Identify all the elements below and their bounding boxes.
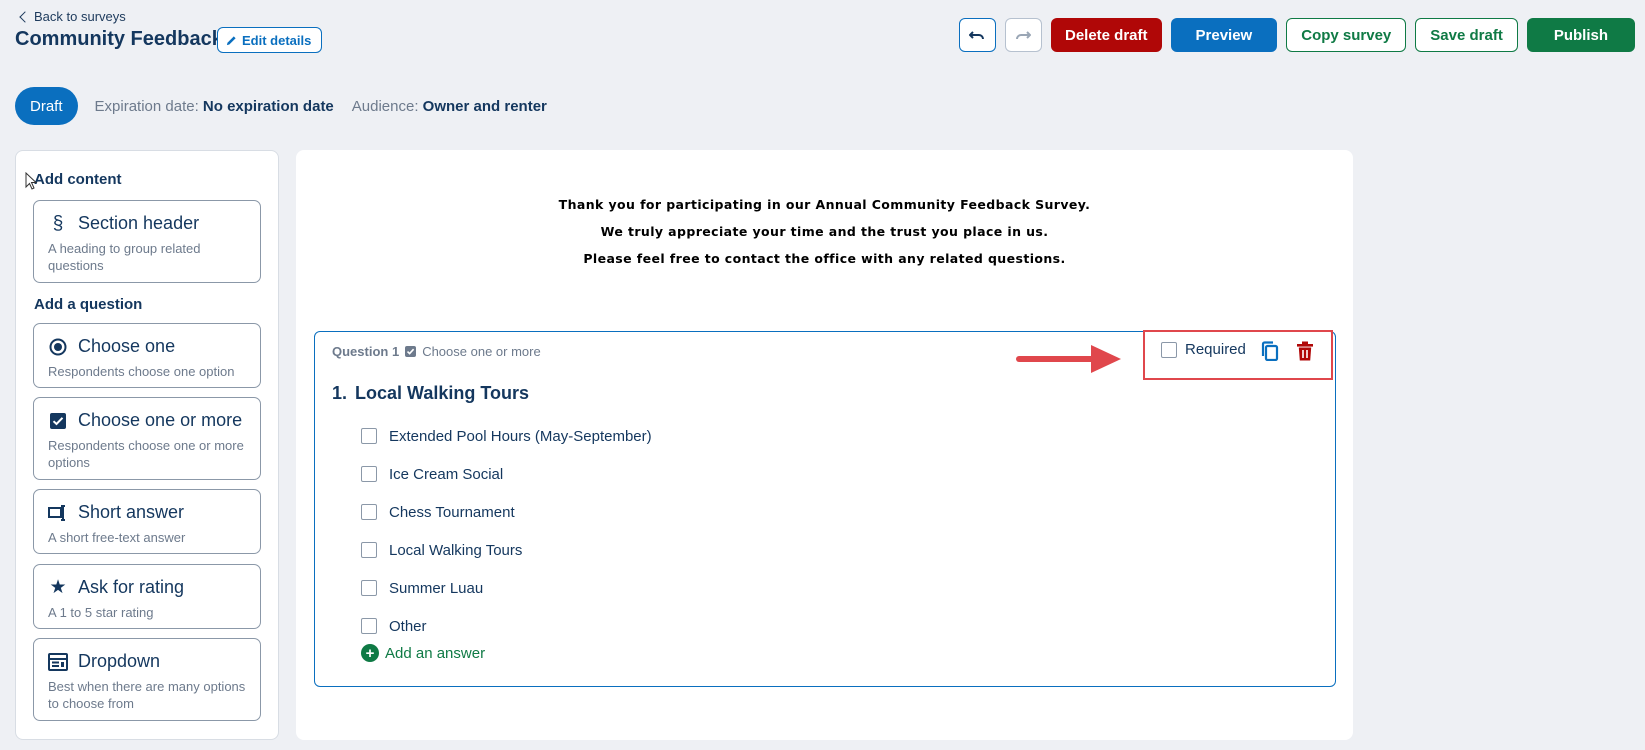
card-description: A 1 to 5 star rating [48,605,154,620]
expiration-label: Expiration date: [94,97,199,115]
text-input-icon [48,503,68,523]
save-draft-button[interactable]: Save draft [1415,18,1518,52]
checkbox-type-icon [405,346,417,357]
answer-option[interactable]: Other [361,607,652,645]
answer-checkbox[interactable] [361,580,377,596]
question-label: Question 1 [332,344,400,359]
expiration-value: No expiration date [202,97,334,115]
add-content-sidebar: Add content § Section header A heading t… [15,150,279,740]
answer-option[interactable]: Local Walking Tours [361,531,652,569]
undo-icon [969,31,985,40]
dropdown-icon [48,652,68,672]
survey-editor-panel: Thank you for participating in our Annua… [296,150,1353,740]
preview-button[interactable]: Preview [1170,18,1278,52]
audience-value: Owner and renter [422,97,547,115]
card-title: Choose one [78,336,176,356]
intro-line: Please feel free to contact the office w… [583,251,1066,266]
status-badge: Draft [15,87,78,125]
answer-label: Extended Pool Hours (May-September) [389,427,652,445]
delete-draft-button[interactable]: Delete draft [1050,18,1162,52]
answer-option[interactable]: Summer Luau [361,569,652,607]
ask-for-rating-card[interactable]: ★ Ask for rating A 1 to 5 star rating [33,564,261,629]
required-checkbox[interactable] [1161,341,1177,358]
choose-one-or-more-card[interactable]: Choose one or more Respondents choose on… [33,397,261,480]
required-toggle[interactable]: Required [1161,341,1246,358]
checkbox-icon [48,411,68,431]
audience-info: Audience: Owner and renter [352,98,547,115]
card-title: Short answer [78,502,185,522]
star-icon: ★ [49,577,67,598]
short-answer-card[interactable]: Short answer A short free-text answer [33,489,261,554]
answer-checkbox[interactable] [361,428,377,444]
question-title[interactable]: 1. Local Walking Tours [332,383,529,404]
answer-label: Chess Tournament [389,503,515,521]
answer-option[interactable]: Extended Pool Hours (May-September) [361,417,652,455]
back-link-label: Back to surveys [34,9,126,24]
question-number: 1. [332,383,348,403]
section-icon: § [52,212,64,234]
answer-label: Other [389,617,427,635]
pencil-icon [226,35,236,45]
annotation-arrow-icon [1016,345,1121,373]
question-title-text: Local Walking Tours [355,383,530,403]
redo-icon [1016,31,1032,40]
edit-details-button[interactable]: Edit details [217,27,323,53]
required-label: Required [1185,341,1246,358]
toolbar: Delete draft Preview Copy survey Save dr… [958,18,1635,52]
survey-intro-text: Thank you for participating in our Annua… [296,196,1353,277]
answer-checkbox[interactable] [361,618,377,634]
status-row: Draft Expiration date: No expiration dat… [15,87,547,125]
answer-label: Local Walking Tours [389,541,523,559]
audience-label: Audience: [351,97,419,115]
card-description: A short free-text answer [48,530,186,545]
card-description: Best when there are many options to choo… [48,679,246,711]
plus-circle-icon: + [361,644,379,662]
intro-line: Thank you for participating in our Annua… [558,197,1091,212]
card-title: Choose one or more [78,410,243,430]
card-title: Ask for rating [78,577,185,597]
answer-list: Extended Pool Hours (May-September) Ice … [361,417,652,645]
choose-one-card[interactable]: Choose one Respondents choose one option [33,323,261,388]
undo-button[interactable] [958,18,996,52]
add-question-heading: Add a question [34,296,143,313]
question-card[interactable]: Question 1 Choose one or more 1. Local Wa… [314,331,1336,687]
section-header-card[interactable]: § Section header A heading to group rela… [33,200,261,283]
delete-question-icon[interactable] [1296,341,1314,361]
question-meta: Question 1 Choose one or more [332,344,541,359]
card-title: Dropdown [78,651,161,671]
answer-checkbox[interactable] [361,504,377,520]
redo-button[interactable] [1004,18,1042,52]
duplicate-question-icon[interactable] [1260,341,1280,361]
card-title: Section header [78,213,200,233]
mouse-cursor-icon [25,172,37,190]
card-description: A heading to group related questions [48,241,201,273]
dropdown-card[interactable]: Dropdown Best when there are many option… [33,638,261,721]
card-description: Respondents choose one or more options [48,438,244,470]
copy-survey-button[interactable]: Copy survey [1286,18,1407,52]
card-description: Respondents choose one option [48,364,235,379]
intro-line: We truly appreciate your time and the tr… [600,224,1049,239]
answer-label: Summer Luau [389,579,484,597]
chevron-left-icon [19,10,31,23]
question-type-label: Choose one or more [422,344,541,359]
answer-label: Ice Cream Social [389,465,504,483]
add-answer-button[interactable]: + Add an answer [361,644,485,662]
edit-details-label: Edit details [242,32,312,48]
add-content-heading: Add content [34,171,122,188]
publish-button[interactable]: Publish [1526,18,1635,52]
answer-checkbox[interactable] [361,466,377,482]
back-to-surveys-link[interactable]: Back to surveys [18,9,126,24]
expiration-info: Expiration date: No expiration date [95,98,334,115]
add-answer-label: Add an answer [385,644,486,662]
radio-icon [48,337,68,357]
answer-option[interactable]: Chess Tournament [361,493,652,531]
answer-option[interactable]: Ice Cream Social [361,455,652,493]
answer-checkbox[interactable] [361,542,377,558]
page-title: Community Feedback [15,28,223,50]
